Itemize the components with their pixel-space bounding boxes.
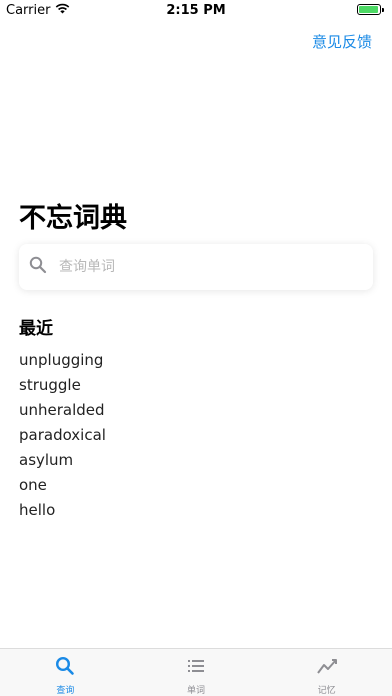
recent-item[interactable]: struggle [19,373,106,398]
search-input[interactable] [57,258,341,276]
tab-label: 查询 [56,686,75,696]
recent-item[interactable]: hello [19,498,106,523]
recent-item[interactable]: one [19,473,106,498]
status-time: 2:15 PM [166,3,226,18]
search-icon [29,256,47,278]
status-bar: Carrier 2:15 PM [0,0,392,20]
feedback-button[interactable]: 意见反馈 [312,31,372,52]
tab-search[interactable]: 查询 [0,649,131,696]
recent-heading: 最近 [19,319,53,339]
search-icon [55,656,75,680]
recent-item[interactable]: paradoxical [19,423,106,448]
tab-words[interactable]: 单词 [131,649,262,696]
battery-indicator [357,4,384,15]
recent-item[interactable]: asylum [19,448,106,473]
chart-icon [316,656,337,680]
battery-tip [382,7,384,12]
tab-label: 单词 [187,686,206,696]
battery-fill [359,6,378,13]
tab-label: 记忆 [317,686,336,696]
battery-icon [357,4,381,15]
recent-list: unplugging struggle unheralded paradoxic… [19,348,106,523]
search-bar[interactable] [19,244,373,290]
tab-memory[interactable]: 记忆 [261,649,392,696]
list-icon [186,656,206,680]
tab-bar: 查询 单词 记忆 [0,648,392,696]
recent-item[interactable]: unheralded [19,398,106,423]
page-title: 不忘词典 [19,203,127,234]
recent-item[interactable]: unplugging [19,348,106,373]
